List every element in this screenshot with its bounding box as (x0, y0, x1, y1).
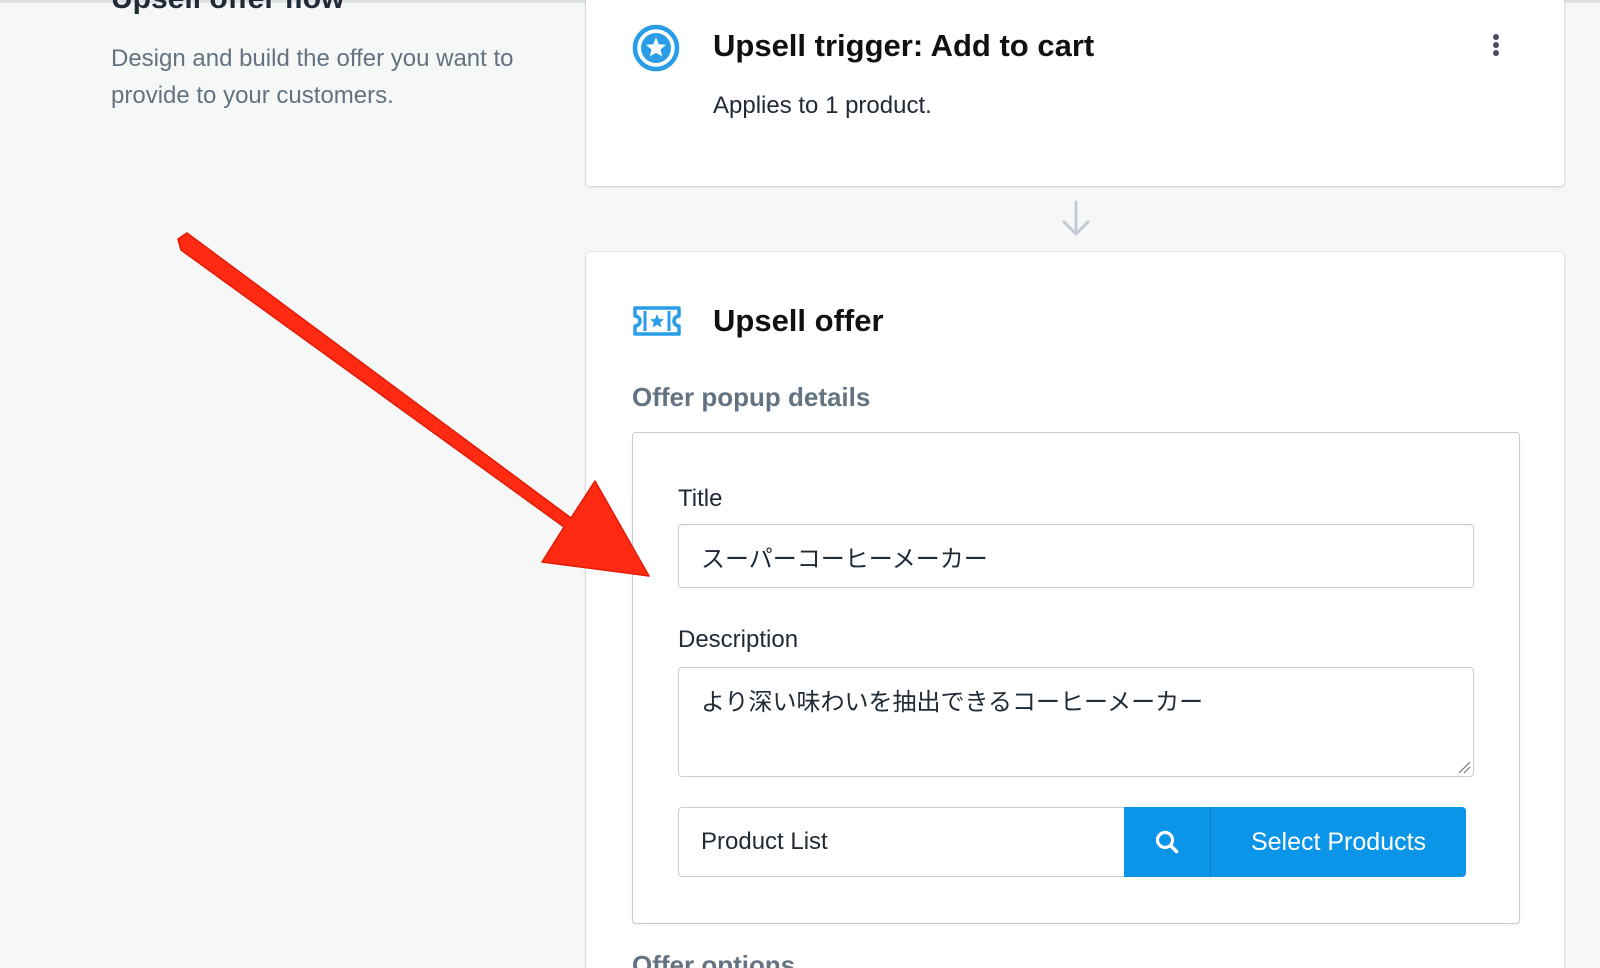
trigger-subtitle: Applies to 1 product. (713, 92, 932, 119)
offer-options-heading: Offer options (632, 950, 796, 968)
search-icon (1155, 830, 1179, 854)
star-circle-icon (632, 24, 680, 72)
upsell-flow-page: Upsell offer flow Design and build the o… (0, 0, 1600, 968)
description-value: より深い味わいを抽出できるコーヒーメーカー (701, 688, 1204, 716)
resize-handle-icon[interactable] (1457, 760, 1471, 774)
upsell-trigger-card: Upsell trigger: Add to cart Applies to 1… (586, 0, 1564, 186)
ticket-icon (633, 306, 681, 336)
offer-popup-details-form: Title スーパーコーヒーメーカー Description より深い味わいを抽… (632, 432, 1520, 924)
offer-title: Upsell offer (713, 303, 884, 338)
title-label: Title (678, 485, 723, 512)
title-input[interactable]: スーパーコーヒーメーカー (678, 524, 1474, 588)
offer-popup-details-heading: Offer popup details (632, 382, 871, 412)
arrow-down-icon (1062, 200, 1090, 236)
more-vertical-icon[interactable] (1488, 30, 1504, 62)
trigger-title: Upsell trigger: Add to cart (713, 28, 1095, 63)
upsell-offer-card: Upsell offer Offer popup details Title ス… (586, 252, 1564, 968)
product-list-input[interactable]: Product List (678, 807, 1124, 877)
select-products-button[interactable]: Select Products (1211, 807, 1466, 877)
search-button[interactable] (1124, 807, 1211, 877)
description-label: Description (678, 626, 799, 653)
section-description: Design and build the offer you want to p… (111, 45, 514, 109)
product-selector: Product List Select Products (678, 807, 1466, 877)
description-textarea[interactable]: より深い味わいを抽出できるコーヒーメーカー (678, 667, 1474, 777)
section-heading: Upsell offer flow (111, 0, 344, 16)
